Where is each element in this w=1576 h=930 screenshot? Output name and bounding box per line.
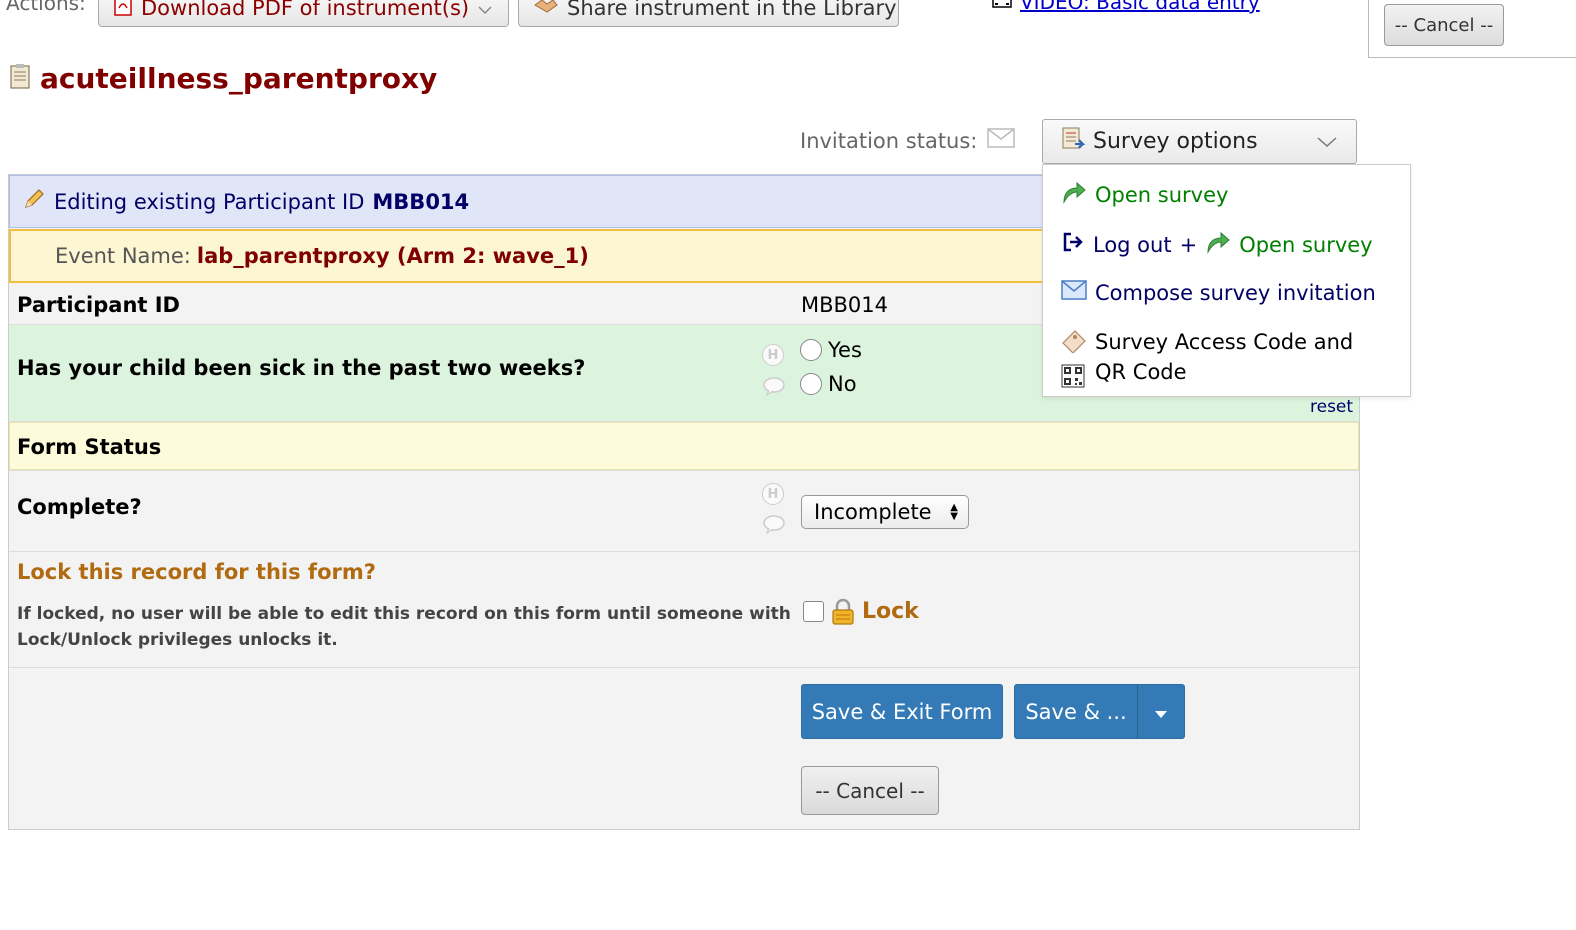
envelope-icon [1061,280,1087,305]
complete-select[interactable]: Incomplete ▲ ▼ [801,495,969,529]
pdf-icon [113,0,133,21]
lock-description: If locked, no user will be able to edit … [17,601,791,653]
form-icon [8,63,32,95]
radio-yes[interactable]: Yes [800,338,862,362]
comment-icon[interactable] [762,376,786,400]
comment-icon[interactable] [762,514,786,538]
logout-icon [1061,231,1085,258]
access-code-line2: QR Code [1095,360,1187,384]
invitation-status-label: Invitation status: [800,128,978,153]
instrument-title: acuteillness_parentproxy [8,62,437,95]
ticket-icon [1061,329,1087,358]
download-pdf-button[interactable]: Download PDF of instrument(s) [98,0,509,27]
complete-row [9,470,1359,552]
event-name: lab_parentproxy (Arm 2: wave_1) [196,244,589,268]
editing-id: MBB014 [372,189,470,214]
save-options-toggle[interactable] [1137,684,1185,739]
share-library-button[interactable]: Share instrument in the Library [518,0,899,27]
share-library-label: Share instrument in the Library [567,0,897,20]
menu-item-logout-open-survey[interactable]: Log out + Open survey [1061,230,1373,259]
logout-label: Log out [1093,232,1172,257]
radio-no[interactable]: No [800,372,857,396]
form-status-row [9,422,1359,470]
radio-no-label: No [828,372,857,396]
field-history-icon[interactable]: H [762,483,784,505]
access-code-icons [1061,327,1087,393]
radio-button[interactable] [800,373,822,395]
video-link[interactable]: VIDEO: Basic data entry [992,0,1260,14]
save-exit-button[interactable]: Save & Exit Form [801,684,1003,739]
reset-link[interactable]: reset [1310,397,1353,417]
open-survey-label: Open survey [1095,182,1229,207]
survey-options-menu: Open survey Log out + Open survey Compos… [1042,164,1411,397]
radio-yes-label: Yes [828,338,862,362]
access-code-line1: Survey Access Code and [1095,330,1354,354]
lock-title: Lock this record for this form? [17,560,376,584]
caret-down-icon [1155,700,1167,724]
download-pdf-label: Download PDF of instrument(s) [141,0,470,20]
actions-label: Actions: [6,0,86,15]
sick-question-label: Has your child been sick in the past two… [17,356,586,380]
padlock-icon [830,598,856,630]
lock-description-line1: If locked, no user will be able to edit … [17,604,791,624]
editing-prefix: Editing existing Participant ID [54,189,365,214]
cancel-top-button[interactable]: -- Cancel -- [1384,4,1504,46]
save-more-button[interactable]: Save & ... [1014,684,1138,739]
plus-label: + [1179,232,1198,257]
green-arrow-icon [1205,230,1231,259]
complete-select-value: Incomplete [814,500,932,524]
radio-button[interactable] [800,339,822,361]
access-code-text: Survey Access Code and QR Code [1095,327,1353,387]
survey-options-button[interactable]: Survey options [1042,119,1357,164]
participant-id-value: MBB014 [801,293,889,317]
green-arrow-icon [1061,180,1087,209]
event-label: Event Name: [55,244,191,268]
qr-code-icon [1061,364,1087,393]
select-arrows-icon: ▲ ▼ [950,502,958,522]
menu-item-open-survey[interactable]: Open survey [1061,180,1228,209]
film-icon [992,0,1012,14]
survey-options-label: Survey options [1093,129,1258,154]
page-title: acuteillness_parentproxy [40,62,438,95]
invitation-status: Invitation status: [800,128,1016,153]
chevron-down-icon [477,0,493,20]
video-link-label: VIDEO: Basic data entry [1020,0,1260,14]
logout-open-survey-label: Open survey [1239,232,1373,257]
compose-invitation-label: Compose survey invitation [1095,280,1376,305]
lock-description-line2: Lock/Unlock privileges unlocks it. [17,630,338,650]
menu-item-access-code[interactable]: Survey Access Code and QR Code [1061,327,1353,393]
lock-checkbox[interactable] [803,601,824,622]
field-history-icon[interactable]: H [762,344,784,366]
handshake-icon [533,0,559,20]
pencil-icon [22,187,46,216]
survey-icon [1061,126,1086,158]
participant-id-label: Participant ID [17,293,180,317]
form-status-header: Form Status [17,435,162,459]
menu-item-compose-invitation[interactable]: Compose survey invitation [1061,280,1376,305]
complete-label: Complete? [17,495,142,519]
cancel-button[interactable]: -- Cancel -- [801,766,939,815]
envelope-icon[interactable] [987,128,1016,153]
chevron-down-icon [1316,129,1338,154]
lock-label: Lock [862,599,919,624]
